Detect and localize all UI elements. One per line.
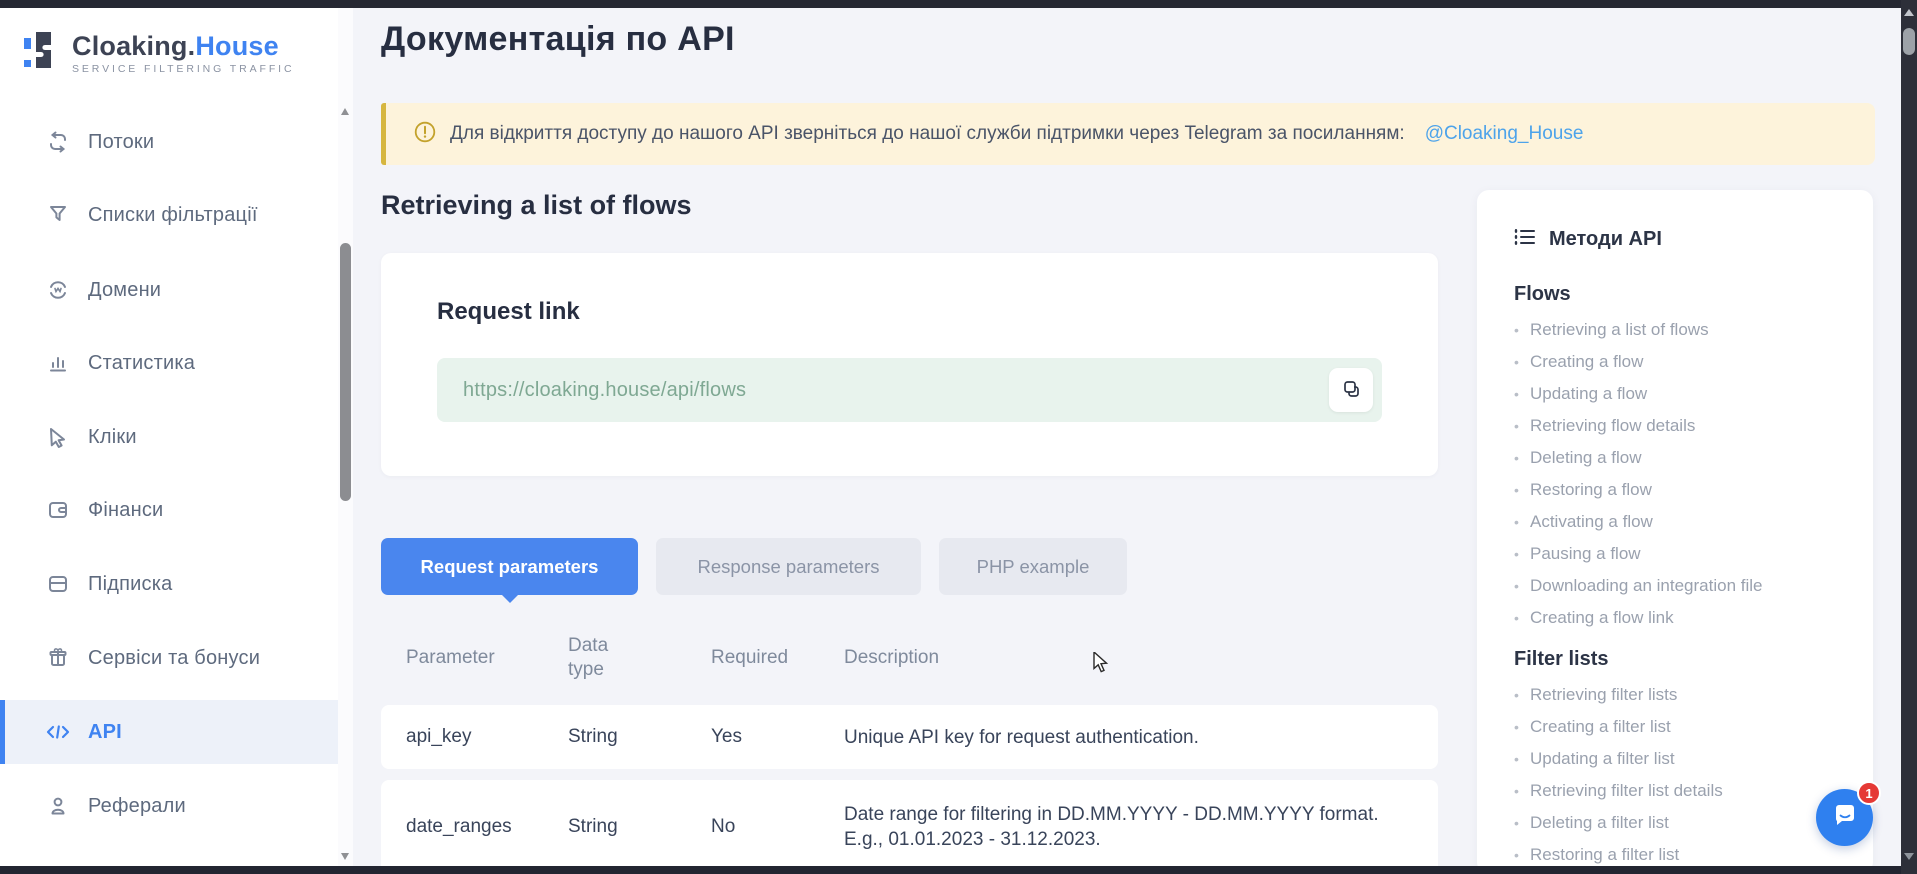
table-row: date_ranges String No Date range for fil… bbox=[381, 780, 1438, 874]
methods-section-filter-lists: Filter lists bbox=[1514, 648, 1853, 671]
brand-name: Cloaking.House bbox=[72, 31, 294, 61]
sidebar-item-api[interactable]: API bbox=[0, 700, 338, 764]
sidebar-item-statistics[interactable]: Статистика bbox=[0, 331, 338, 395]
cursor-click-icon bbox=[45, 424, 71, 450]
notice-text: Для відкриття доступу до нашого API звер… bbox=[450, 123, 1405, 145]
methods-panel-title: Методи API bbox=[1549, 228, 1662, 251]
method-link[interactable]: Restoring a flow bbox=[1514, 474, 1853, 506]
brand-tagline: SERVICE FILTERING TRAFFIC bbox=[72, 63, 294, 75]
method-link[interactable]: Creating a filter list bbox=[1514, 711, 1853, 743]
cell-required: No bbox=[711, 816, 844, 838]
bar-chart-icon bbox=[45, 350, 71, 376]
sidebar-item-flows[interactable]: Потоки bbox=[0, 110, 338, 174]
tab-request-parameters[interactable]: Request parameters bbox=[381, 538, 638, 595]
method-link[interactable]: Retrieving a list of flows bbox=[1514, 314, 1853, 346]
method-link[interactable]: Deleting a flow bbox=[1514, 442, 1853, 474]
sidebar: Cloaking.House SERVICE FILTERING TRAFFIC… bbox=[0, 8, 338, 866]
request-link-card: Request link https://cloaking.house/api/… bbox=[381, 253, 1438, 476]
col-header-description: Description bbox=[844, 647, 1413, 669]
sidebar-item-filter-lists[interactable]: Списки фільтрації bbox=[0, 183, 338, 247]
code-icon bbox=[45, 719, 71, 745]
sidebar-item-finance[interactable]: Фінанси bbox=[0, 478, 338, 542]
col-header-required: Required bbox=[711, 647, 844, 669]
method-link[interactable]: Retrieving flow details bbox=[1514, 410, 1853, 442]
table-row: api_key String Yes Unique API key for re… bbox=[381, 705, 1438, 769]
warning-icon bbox=[414, 121, 436, 148]
scroll-down-arrow-icon[interactable] bbox=[1904, 853, 1914, 860]
tab-response-parameters[interactable]: Response parameters bbox=[656, 538, 921, 595]
sidebar-scrollbar-thumb[interactable] bbox=[340, 243, 351, 501]
sidebar-item-referrals[interactable]: Реферали bbox=[0, 774, 338, 838]
sync-icon bbox=[45, 129, 71, 155]
cell-parameter: date_ranges bbox=[406, 816, 568, 838]
sidebar-item-subscription[interactable]: Підписка bbox=[0, 552, 338, 616]
page-title: Документація по API bbox=[381, 20, 735, 59]
method-link[interactable]: Deleting a filter list bbox=[1514, 807, 1853, 839]
list-icon bbox=[1514, 228, 1536, 251]
request-link-title: Request link bbox=[437, 298, 580, 326]
sidebar-scrollbar[interactable] bbox=[338, 8, 353, 866]
params-table-header: Parameter Data type Required Description bbox=[381, 625, 1438, 690]
brand-logo[interactable]: Cloaking.House SERVICE FILTERING TRAFFIC bbox=[24, 30, 294, 75]
credit-card-icon bbox=[45, 571, 71, 597]
mouse-cursor bbox=[1093, 652, 1113, 679]
api-access-notice: Для відкриття доступу до нашого API звер… bbox=[381, 103, 1875, 165]
sidebar-item-services-bonuses[interactable]: Сервіси та бонуси bbox=[0, 626, 338, 690]
sidebar-item-clicks[interactable]: Кліки bbox=[0, 405, 338, 469]
browser-scrollbar-thumb[interactable] bbox=[1903, 28, 1915, 55]
method-link[interactable]: Downloading an integration file bbox=[1514, 570, 1853, 602]
scroll-down-arrow-icon[interactable] bbox=[341, 853, 349, 860]
chat-bubble-icon bbox=[1831, 802, 1859, 833]
sidebar-item-domains[interactable]: Домени bbox=[0, 258, 338, 322]
method-link[interactable]: Pausing a flow bbox=[1514, 538, 1853, 570]
request-url-field: https://cloaking.house/api/flows bbox=[437, 358, 1382, 422]
api-methods-panel: Методи API Flows Retrieving a list of fl… bbox=[1477, 190, 1873, 874]
section-heading: Retrieving a list of flows bbox=[381, 190, 692, 221]
window-frame-top bbox=[0, 0, 1917, 8]
method-link[interactable]: Creating a flow link bbox=[1514, 602, 1853, 634]
cell-required: Yes bbox=[711, 726, 844, 748]
scroll-up-arrow-icon[interactable] bbox=[341, 108, 349, 115]
method-link[interactable]: Updating a filter list bbox=[1514, 743, 1853, 775]
cell-data-type: String bbox=[568, 726, 711, 748]
copy-icon bbox=[1341, 379, 1361, 402]
window-frame-bottom bbox=[0, 866, 1917, 874]
cell-data-type: String bbox=[568, 816, 711, 838]
telegram-link[interactable]: @Cloaking_House bbox=[1425, 123, 1584, 145]
filter-icon bbox=[45, 202, 71, 228]
tab-php-example[interactable]: PHP example bbox=[939, 538, 1127, 595]
browser-scrollbar[interactable] bbox=[1901, 0, 1917, 874]
method-link[interactable]: Activating a flow bbox=[1514, 506, 1853, 538]
gift-icon bbox=[45, 645, 71, 671]
cell-description: Date range for filtering in DD.MM.YYYY -… bbox=[844, 802, 1413, 852]
method-link[interactable]: Updating a flow bbox=[1514, 378, 1853, 410]
parameter-tabs: Request parameters Response parameters P… bbox=[381, 538, 1127, 595]
method-link[interactable]: Retrieving filter lists bbox=[1514, 679, 1853, 711]
method-link[interactable]: Retrieving filter list details bbox=[1514, 775, 1853, 807]
method-link[interactable]: Creating a flow bbox=[1514, 346, 1853, 378]
wallet-icon bbox=[45, 497, 71, 523]
cloaking-house-logo-icon bbox=[24, 30, 60, 75]
methods-section-flows: Flows bbox=[1514, 283, 1853, 306]
cell-description: Unique API key for request authenticatio… bbox=[844, 725, 1413, 750]
scroll-up-arrow-icon[interactable] bbox=[1904, 9, 1914, 16]
globe-icon bbox=[45, 277, 71, 303]
chat-notification-badge: 1 bbox=[1857, 781, 1881, 805]
copy-url-button[interactable] bbox=[1329, 368, 1373, 412]
col-header-parameter: Parameter bbox=[406, 647, 568, 669]
person-icon bbox=[45, 793, 71, 819]
col-header-data-type: Data type bbox=[568, 634, 620, 682]
cell-parameter: api_key bbox=[406, 726, 568, 748]
request-url: https://cloaking.house/api/flows bbox=[463, 379, 746, 402]
